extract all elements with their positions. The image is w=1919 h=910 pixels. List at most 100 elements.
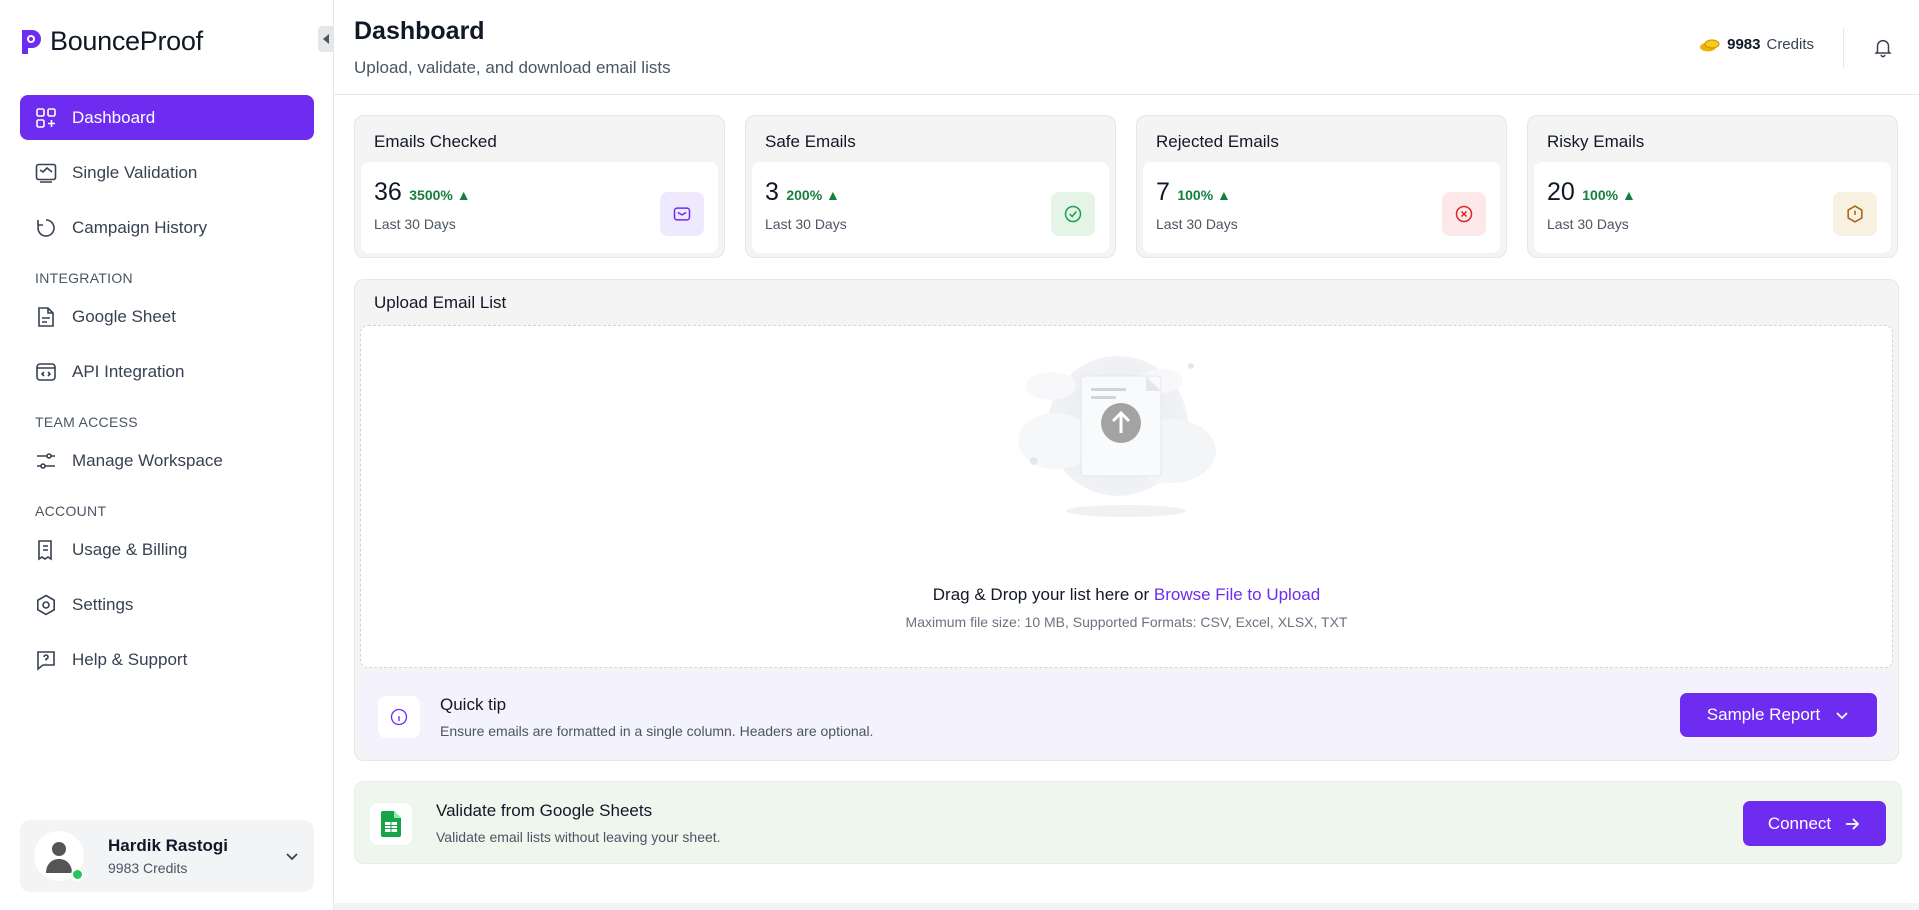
section-label-team-access: TEAM ACCESS	[35, 414, 138, 430]
stat-body: 7 100% ▲ Last 30 Days	[1143, 162, 1500, 253]
sidebar-item-api-integration[interactable]: API Integration	[20, 349, 314, 394]
stat-title: Rejected Emails	[1156, 132, 1279, 151]
browse-file-link[interactable]: Browse File to Upload	[1154, 585, 1320, 604]
tip-title: Quick tip	[440, 695, 507, 714]
topbar: Dashboard Upload, validate, and download…	[334, 0, 1919, 95]
brand[interactable]: BounceProof	[20, 26, 203, 57]
stat-title: Emails Checked	[374, 132, 497, 151]
sidebar-item-label: Campaign History	[72, 217, 208, 237]
footer-strip	[334, 903, 1919, 910]
stat-body: 20 100% ▲ Last 30 Days	[1534, 162, 1891, 253]
x-circle-icon	[1455, 205, 1473, 223]
receipt-icon	[38, 539, 52, 560]
warning-icon	[1847, 205, 1863, 223]
stats-row: Emails Checked 36 3500% ▲ Last 30 Days S…	[354, 115, 1898, 258]
upload-panel: Upload Email List Drag & Drop your list …	[354, 279, 1899, 761]
sidebar-item-label: Settings	[72, 594, 134, 614]
stat-change: 100% ▲	[1177, 187, 1231, 203]
stat-icon-box	[1833, 192, 1877, 236]
sample-report-button[interactable]: Sample Report	[1680, 693, 1877, 737]
sheet-icon	[38, 306, 54, 327]
google-sheets-panel: Validate from Google Sheets Validate ema…	[354, 781, 1902, 864]
stat-card-risky-emails: Risky Emails 20 100% ▲ Last 30 Days	[1527, 115, 1898, 258]
page-title: Dashboard	[354, 17, 485, 45]
sidebar-item-usage-billing[interactable]: Usage & Billing	[20, 527, 314, 572]
connect-button[interactable]: Connect	[1743, 801, 1886, 846]
sidebar-item-campaign-history[interactable]: Campaign History	[20, 205, 314, 250]
collapse-sidebar-button[interactable]	[318, 26, 334, 52]
dashboard-icon	[36, 107, 56, 128]
user-credits: 9983 Credits	[108, 860, 188, 876]
sheets-title: Validate from Google Sheets	[436, 801, 653, 820]
sidebar-item-google-sheet[interactable]: Google Sheet	[20, 294, 314, 339]
sliders-icon	[37, 452, 55, 469]
user-info: Hardik Rastogi 9983 Credits	[108, 836, 284, 876]
stat-body: 36 3500% ▲ Last 30 Days	[361, 162, 718, 253]
stat-card-safe-emails: Safe Emails 3 200% ▲ Last 30 Days	[745, 115, 1116, 258]
sidebar: BounceProof Dashboard Single Validation …	[0, 0, 334, 910]
stat-body: 3 200% ▲ Last 30 Days	[752, 162, 1109, 253]
help-icon	[37, 650, 55, 671]
sidebar-nav: Dashboard Single Validation Campaign His…	[20, 95, 314, 692]
section-label-integration: INTEGRATION	[35, 270, 133, 286]
sheets-icon-box	[370, 803, 412, 845]
stat-value: 3	[765, 178, 779, 206]
section-label-account: ACCOUNT	[35, 503, 107, 519]
stat-icon-box	[1442, 192, 1486, 236]
drop-zone[interactable]: Drag & Drop your list here or Browse Fil…	[360, 325, 1893, 668]
drop-constraints: Maximum file size: 10 MB, Supported Form…	[905, 614, 1348, 630]
sidebar-item-label: Usage & Billing	[72, 539, 188, 559]
topbar-divider	[1843, 28, 1844, 68]
stat-title: Risky Emails	[1547, 132, 1645, 151]
gear-icon	[37, 594, 55, 615]
sidebar-item-label: Single Validation	[72, 162, 198, 182]
bell-icon[interactable]	[1872, 36, 1894, 58]
upload-title: Upload Email List	[374, 293, 507, 312]
stat-change: 100% ▲	[1582, 187, 1636, 203]
stat-icon-box	[660, 192, 704, 236]
user-avatar-icon	[46, 842, 72, 873]
sidebar-item-label: API Integration	[72, 361, 185, 381]
credits-chip[interactable]: 9983 Credits	[1699, 36, 1814, 53]
main-content: Dashboard Upload, validate, and download…	[334, 0, 1919, 910]
avatar	[34, 831, 84, 881]
sidebar-item-label: Help & Support	[72, 649, 188, 669]
mail-icon	[673, 207, 691, 221]
coins-icon	[1700, 39, 1720, 51]
google-sheets-icon	[381, 811, 401, 837]
sidebar-item-label: Google Sheet	[72, 306, 176, 326]
sidebar-item-manage-workspace[interactable]: Manage Workspace	[20, 438, 314, 483]
quick-tip: Quick tip Ensure emails are formatted in…	[360, 673, 1893, 755]
sidebar-item-single-validation[interactable]: Single Validation	[20, 150, 314, 195]
page-subtitle: Upload, validate, and download email lis…	[354, 58, 671, 77]
credits-value: 9983	[1727, 36, 1761, 53]
check-circle-icon	[1064, 205, 1082, 223]
chevron-down-icon[interactable]	[284, 848, 300, 864]
stat-value: 7	[1156, 178, 1170, 206]
history-icon	[37, 218, 55, 237]
sidebar-item-settings[interactable]: Settings	[20, 582, 314, 627]
stat-change: 200% ▲	[786, 187, 840, 203]
single-validation-icon	[35, 163, 57, 183]
sidebar-item-label: Manage Workspace	[72, 450, 223, 470]
stat-icon-box	[1051, 192, 1095, 236]
brand-name: BounceProof	[50, 26, 203, 56]
credits-label: Credits	[1766, 36, 1814, 53]
user-name: Hardik Rastogi	[108, 836, 228, 855]
brand-logo-icon	[22, 29, 41, 54]
app-root: BounceProof Dashboard Single Validation …	[0, 0, 1919, 910]
api-icon	[36, 362, 56, 381]
stat-card-emails-checked: Emails Checked 36 3500% ▲ Last 30 Days	[354, 115, 725, 258]
stat-value: 20	[1547, 178, 1575, 206]
online-status-dot	[71, 868, 84, 881]
stat-value: 36	[374, 178, 402, 206]
sidebar-item-dashboard[interactable]: Dashboard	[20, 95, 314, 140]
stat-title: Safe Emails	[765, 132, 856, 151]
tip-icon-box	[378, 696, 420, 738]
stat-card-rejected-emails: Rejected Emails 7 100% ▲ Last 30 Days	[1136, 115, 1507, 258]
arrow-right-icon	[1846, 817, 1860, 830]
sidebar-item-help-support[interactable]: Help & Support	[20, 637, 314, 682]
user-card[interactable]: Hardik Rastogi 9983 Credits	[20, 820, 314, 892]
drop-instructions: Drag & Drop your list here or Browse Fil…	[932, 585, 1321, 604]
chevron-left-icon	[323, 34, 329, 44]
